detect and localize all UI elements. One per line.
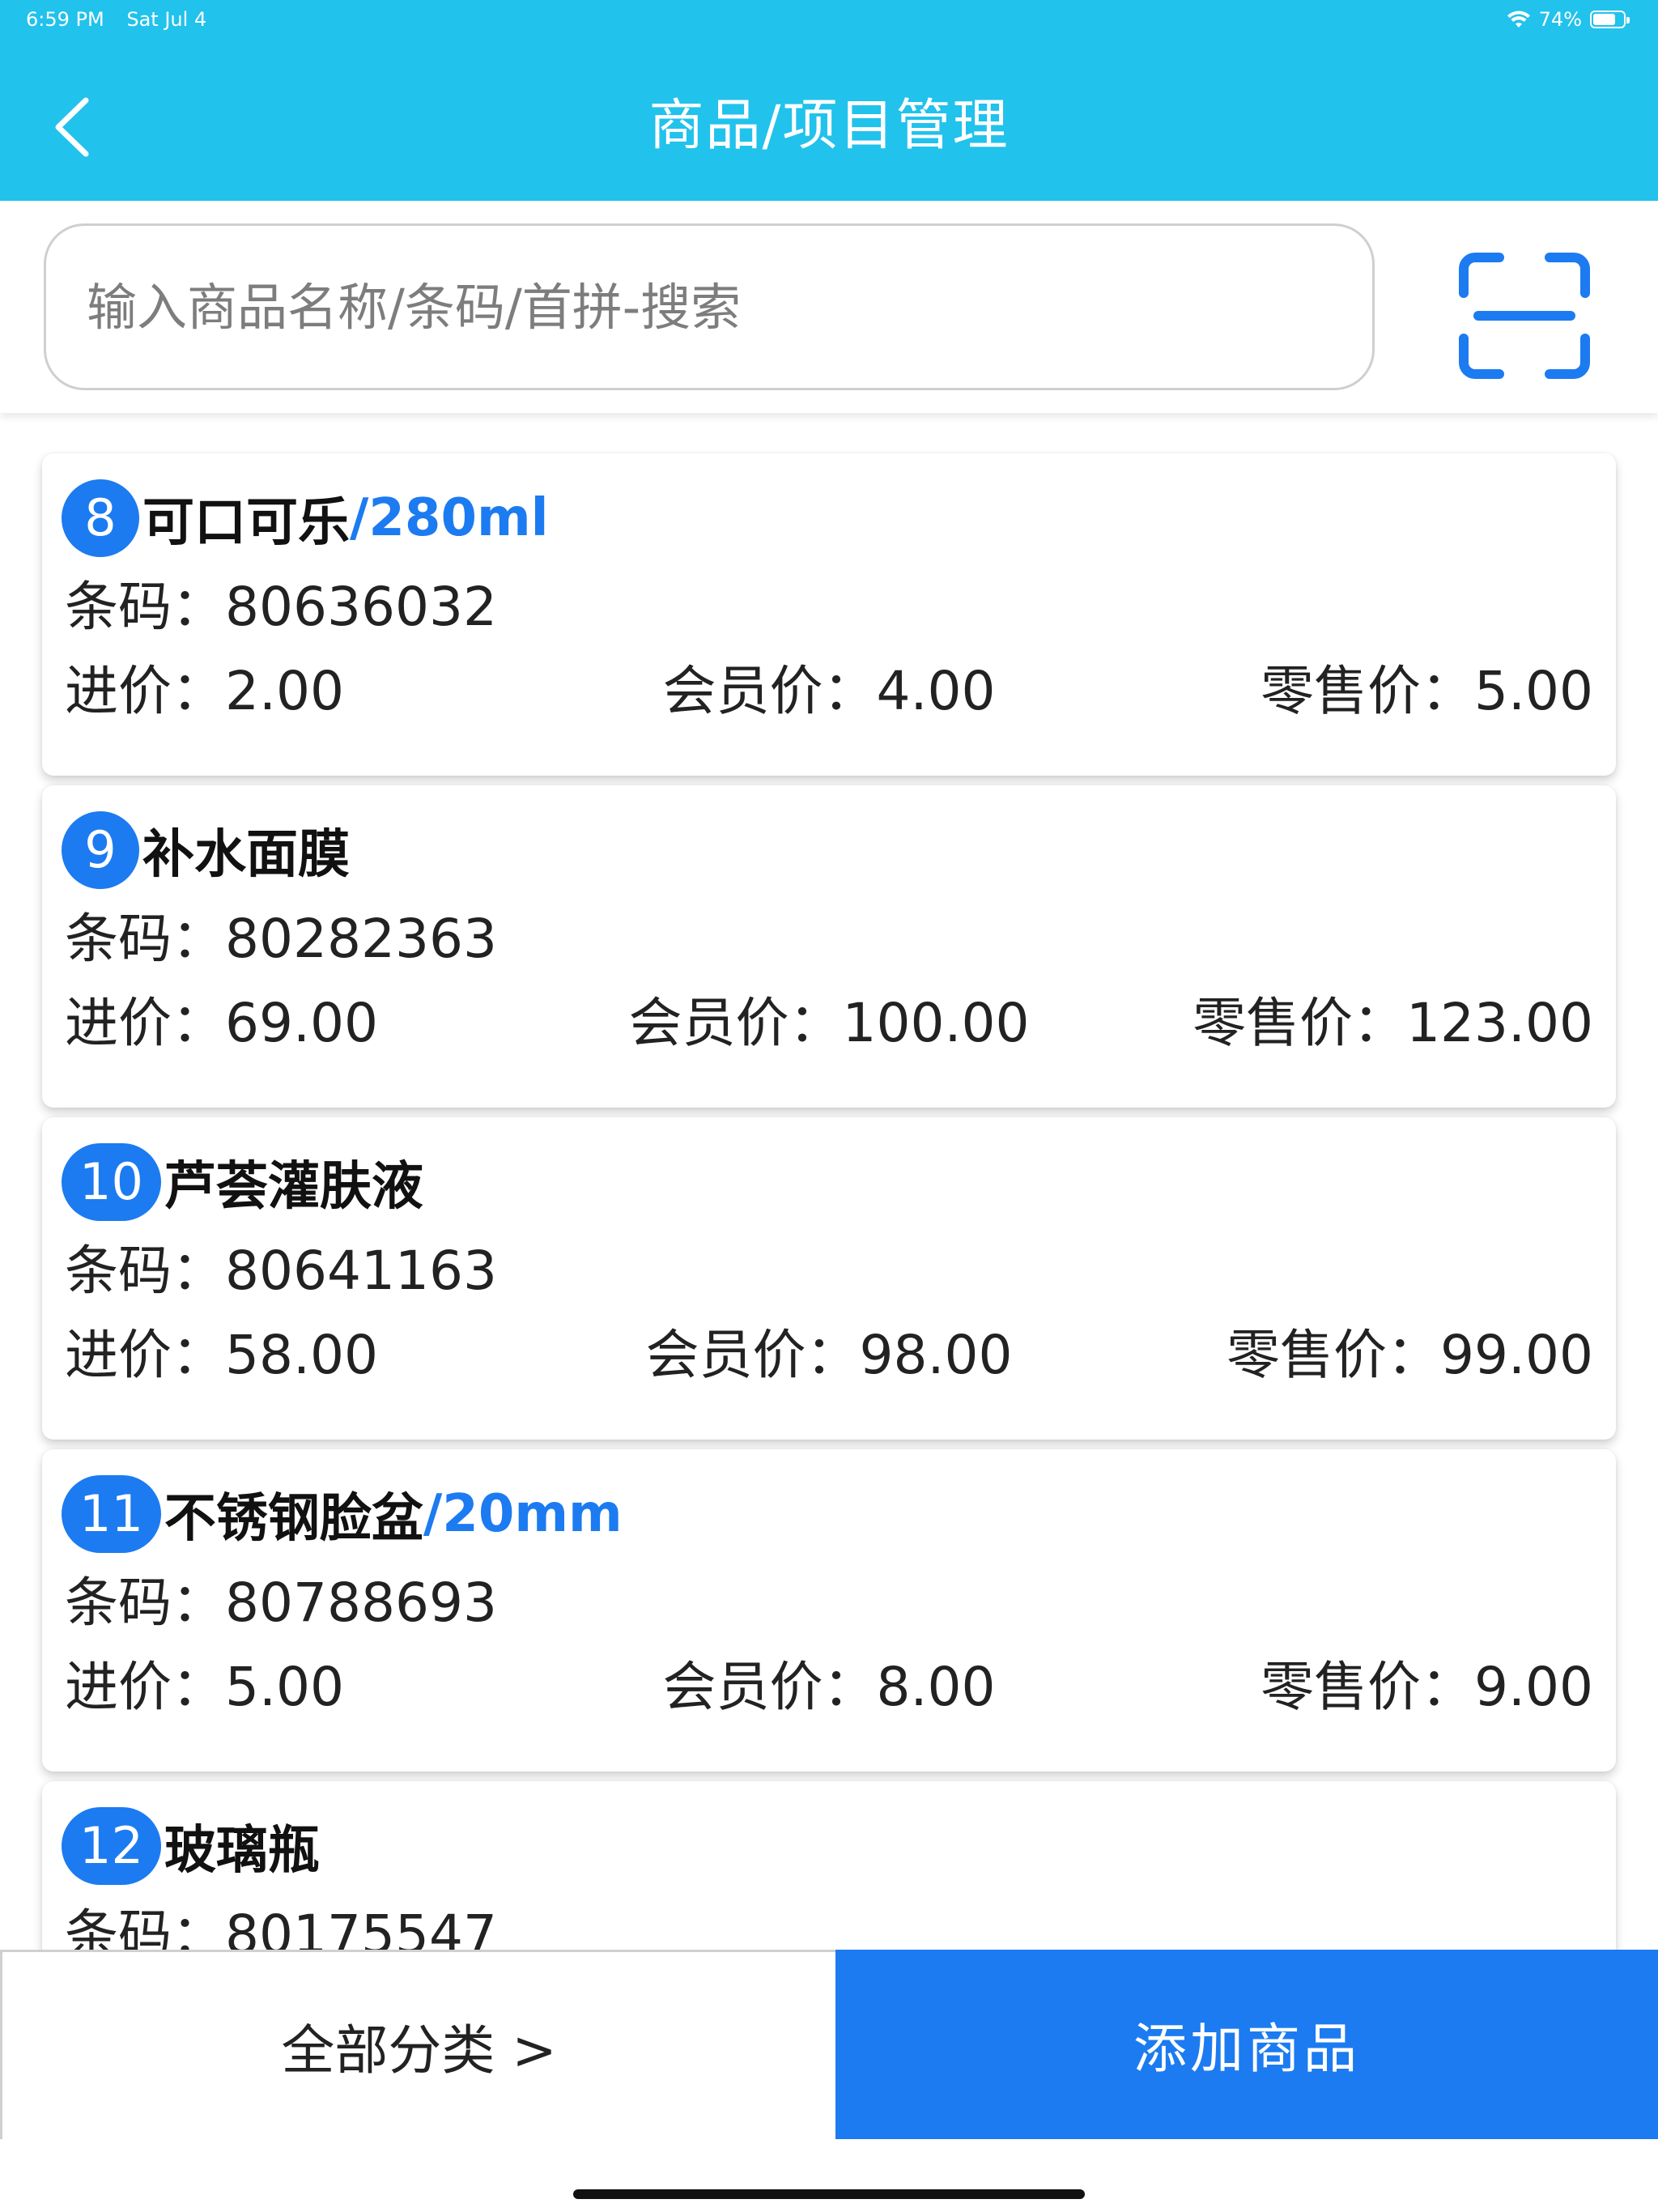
barcode-row: 条码：80636032	[65, 567, 497, 648]
product-name: 玻璃瓶	[164, 1821, 320, 1881]
barcode-label: 条码：	[65, 1904, 225, 1950]
scan-button[interactable]	[1457, 251, 1592, 381]
retail-price-label: 零售价：	[1226, 1324, 1441, 1386]
product-spec: /280ml	[350, 488, 549, 548]
member-price-label: 会员价：	[662, 1656, 877, 1718]
price-row: 进价：2.00 会员价：4.00 零售价：5.00	[65, 651, 1593, 732]
product-card[interactable]: 8 可口可乐 /280ml 条码：80636032 进价：2.00 会员价：4.…	[42, 453, 1616, 776]
add-product-button[interactable]: 添加商品	[835, 1950, 1658, 2139]
retail-price: 零售价：99.00	[1226, 1315, 1593, 1396]
barcode-value: 80636032	[225, 576, 497, 638]
retail-price-label: 零售价：	[1261, 660, 1475, 722]
product-card[interactable]: 12 玻璃瓶 条码：80175547	[42, 1781, 1616, 1950]
member-price-label: 会员价：	[645, 1324, 860, 1386]
product-title: 11 不锈钢脸盆 /20mm	[62, 1474, 623, 1555]
product-title: 9 补水面膜	[62, 810, 350, 891]
barcode-row: 条码：80641163	[65, 1231, 497, 1312]
barcode-row: 条码：80282363	[65, 899, 497, 980]
product-card[interactable]: 11 不锈钢脸盆 /20mm 条码：80788693 进价：5.00 会员价：8…	[42, 1449, 1616, 1772]
barcode-value: 80641163	[225, 1240, 497, 1302]
status-time: 6:59 PM	[26, 8, 104, 31]
scan-icon	[1459, 253, 1590, 379]
barcode-label: 条码：	[65, 1572, 225, 1634]
member-price-value: 98.00	[859, 1324, 1013, 1386]
search-input[interactable]	[44, 223, 1375, 390]
retail-price-value: 9.00	[1474, 1656, 1593, 1718]
product-name: 芦荟灌肤液	[164, 1157, 423, 1217]
product-card[interactable]: 10 芦荟灌肤液 条码：80641163 进价：58.00 会员价：98.00 …	[42, 1117, 1616, 1440]
retail-price: 零售价：5.00	[1261, 651, 1593, 732]
price-row: 进价：69.00 会员价：100.00 零售价：123.00	[65, 983, 1593, 1064]
retail-price-label: 零售价：	[1261, 1656, 1475, 1718]
product-name: 不锈钢脸盆	[164, 1489, 423, 1549]
index-badge: 8	[62, 479, 139, 557]
product-spec: /20mm	[423, 1484, 623, 1544]
bottom-action-bar: 全部分类 > 添加商品	[0, 1950, 1658, 2139]
barcode-row: 条码：80788693	[65, 1563, 497, 1644]
barcode-label: 条码：	[65, 1240, 225, 1302]
barcode-value: 80788693	[225, 1572, 497, 1634]
retail-price: 零售价：123.00	[1192, 983, 1593, 1064]
retail-price-label: 零售价：	[1192, 992, 1407, 1054]
index-badge: 10	[62, 1143, 161, 1221]
price-row: 进价：5.00 会员价：8.00 零售价：9.00	[65, 1647, 1593, 1728]
home-indicator[interactable]	[573, 2189, 1085, 2199]
product-card[interactable]: 9 补水面膜 条码：80282363 进价：69.00 会员价：100.00 零…	[42, 785, 1616, 1108]
product-title: 8 可口可乐 /280ml	[62, 478, 549, 559]
index-badge: 9	[62, 811, 139, 889]
status-bar-right: 74%	[1507, 6, 1630, 32]
product-name: 可口可乐	[142, 493, 350, 553]
retail-price-value: 99.00	[1440, 1324, 1593, 1386]
all-categories-button[interactable]: 全部分类 >	[0, 1950, 835, 2139]
search-bar	[0, 201, 1658, 413]
barcode-value: 80175547	[225, 1904, 497, 1950]
wifi-icon	[1507, 10, 1531, 29]
product-title: 12 玻璃瓶	[62, 1806, 320, 1887]
member-price-label: 会员价：	[628, 992, 843, 1054]
index-badge: 12	[62, 1807, 161, 1885]
status-date: Sat Jul 4	[126, 8, 207, 31]
product-name: 补水面膜	[142, 825, 350, 885]
product-list[interactable]: 8 可口可乐 /280ml 条码：80636032 进价：2.00 会员价：4.…	[0, 413, 1658, 1950]
member-price-value: 8.00	[876, 1656, 996, 1718]
member-price-label: 会员价：	[662, 660, 877, 722]
retail-price-value: 123.00	[1406, 992, 1593, 1054]
price-row: 进价：58.00 会员价：98.00 零售价：99.00	[65, 1315, 1593, 1396]
retail-price: 零售价：9.00	[1261, 1647, 1593, 1728]
header-bar: 6:59 PM Sat Jul 4 74% 商品/项目管理	[0, 0, 1658, 201]
battery-percent: 74%	[1538, 8, 1582, 31]
member-price-value: 4.00	[876, 660, 996, 722]
index-badge: 11	[62, 1475, 161, 1553]
battery-level	[1593, 14, 1615, 25]
member-price-value: 100.00	[842, 992, 1030, 1054]
retail-price-value: 5.00	[1474, 660, 1593, 722]
barcode-row: 条码：80175547	[65, 1895, 497, 1950]
battery-icon	[1590, 11, 1630, 28]
status-bar-left: 6:59 PM Sat Jul 4	[26, 6, 223, 32]
barcode-label: 条码：	[65, 908, 225, 970]
page-title: 商品/项目管理	[648, 94, 1010, 158]
barcode-value: 80282363	[225, 908, 497, 970]
product-title: 10 芦荟灌肤液	[62, 1142, 423, 1223]
barcode-label: 条码：	[65, 576, 225, 638]
